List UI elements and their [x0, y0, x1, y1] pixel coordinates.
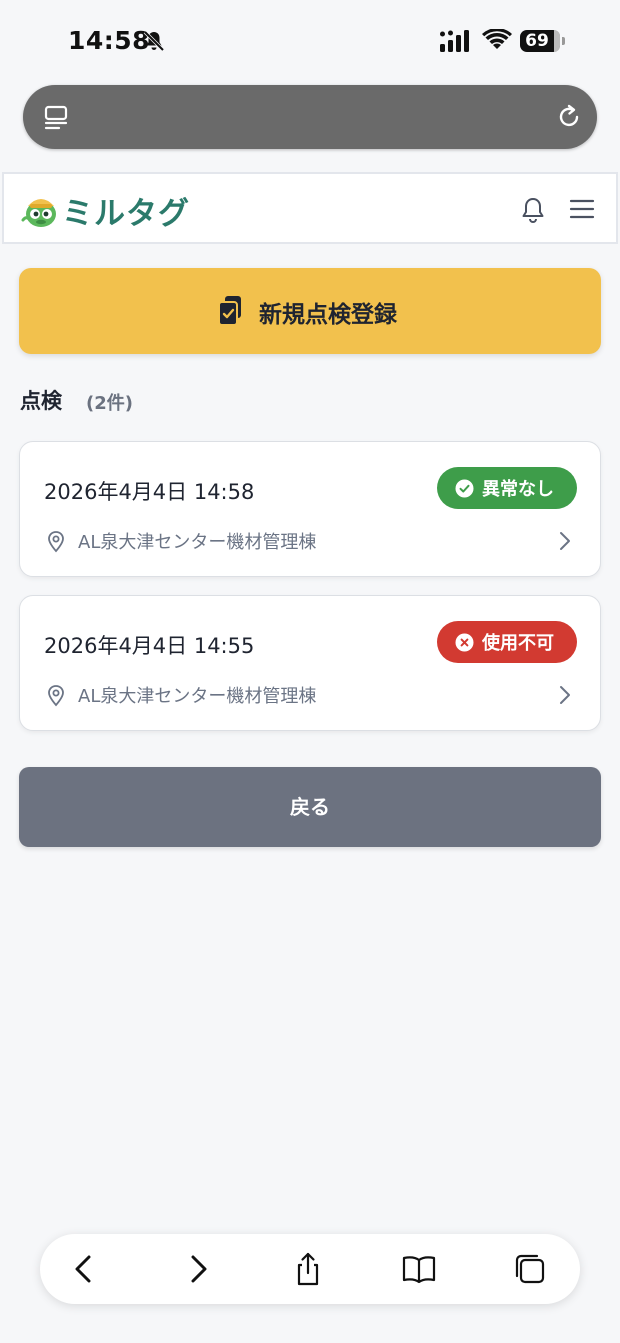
section-title: 点検 [20, 389, 62, 413]
status-text: 使用不可 [482, 633, 554, 654]
inspection-card[interactable]: 2026年4月4日 14:55 使用不可 AL泉大津センター機材管理棟 [19, 595, 601, 731]
bell-slash-icon [143, 30, 165, 52]
chevron-left-icon [75, 1255, 91, 1283]
share-icon [297, 1252, 319, 1286]
check-circle-icon [455, 479, 474, 497]
notification-bell-icon[interactable] [520, 196, 546, 224]
status-time: 14:58 [68, 26, 151, 55]
browser-address-bar[interactable] [23, 85, 597, 149]
clipboard-check-icon [218, 296, 241, 326]
back-button[interactable]: 戻る [19, 767, 601, 847]
location-pin-icon [48, 685, 64, 707]
inspection-date: 2026年4月4日 14:58 [44, 480, 255, 504]
status-badge: 異常なし [437, 467, 577, 509]
bookmarks-button[interactable] [401, 1251, 437, 1287]
chevron-right-icon [560, 532, 570, 550]
new-inspection-button[interactable]: 新規点検登録 [19, 268, 601, 354]
battery-indicator: 69 [520, 30, 566, 52]
redacted-url [103, 85, 517, 149]
hamburger-menu-icon[interactable] [569, 198, 595, 220]
browser-forward-button[interactable] [180, 1251, 216, 1287]
app-header: ミルタグ [2, 172, 618, 244]
status-bar: 14:58 69 [0, 0, 620, 80]
status-badge: 使用不可 [437, 621, 577, 663]
chevron-right-icon [191, 1255, 207, 1283]
mascot-logo-icon[interactable] [20, 190, 62, 230]
inspection-location: AL泉大津センター機材管理棟 [78, 532, 317, 553]
status-text: 異常なし [482, 479, 554, 500]
chevron-right-icon [560, 686, 570, 704]
logo-text[interactable]: ミルタグ [62, 188, 190, 233]
share-button[interactable] [290, 1251, 326, 1287]
inspection-location: AL泉大津センター機材管理棟 [78, 686, 317, 707]
location-pin-icon [48, 531, 64, 553]
reload-icon[interactable] [556, 104, 582, 130]
wifi-icon [482, 29, 512, 49]
inspection-card[interactable]: 2026年4月4日 14:58 異常なし AL泉大津センター機材管理棟 [19, 441, 601, 577]
new-inspection-label: 新規点検登録 [259, 302, 397, 328]
tabs-button[interactable] [512, 1251, 548, 1287]
browser-toolbar [40, 1234, 580, 1304]
page-menu-icon[interactable] [43, 104, 69, 130]
x-circle-icon [455, 633, 474, 651]
book-icon [402, 1256, 436, 1284]
tabs-icon [515, 1254, 545, 1284]
inspection-date: 2026年4月4日 14:55 [44, 634, 255, 658]
cellular-signal-icon [440, 30, 469, 52]
browser-back-button[interactable] [66, 1251, 102, 1287]
section-count: (2件) [86, 393, 133, 414]
back-button-label: 戻る [290, 795, 330, 819]
battery-level: 69 [525, 31, 549, 51]
